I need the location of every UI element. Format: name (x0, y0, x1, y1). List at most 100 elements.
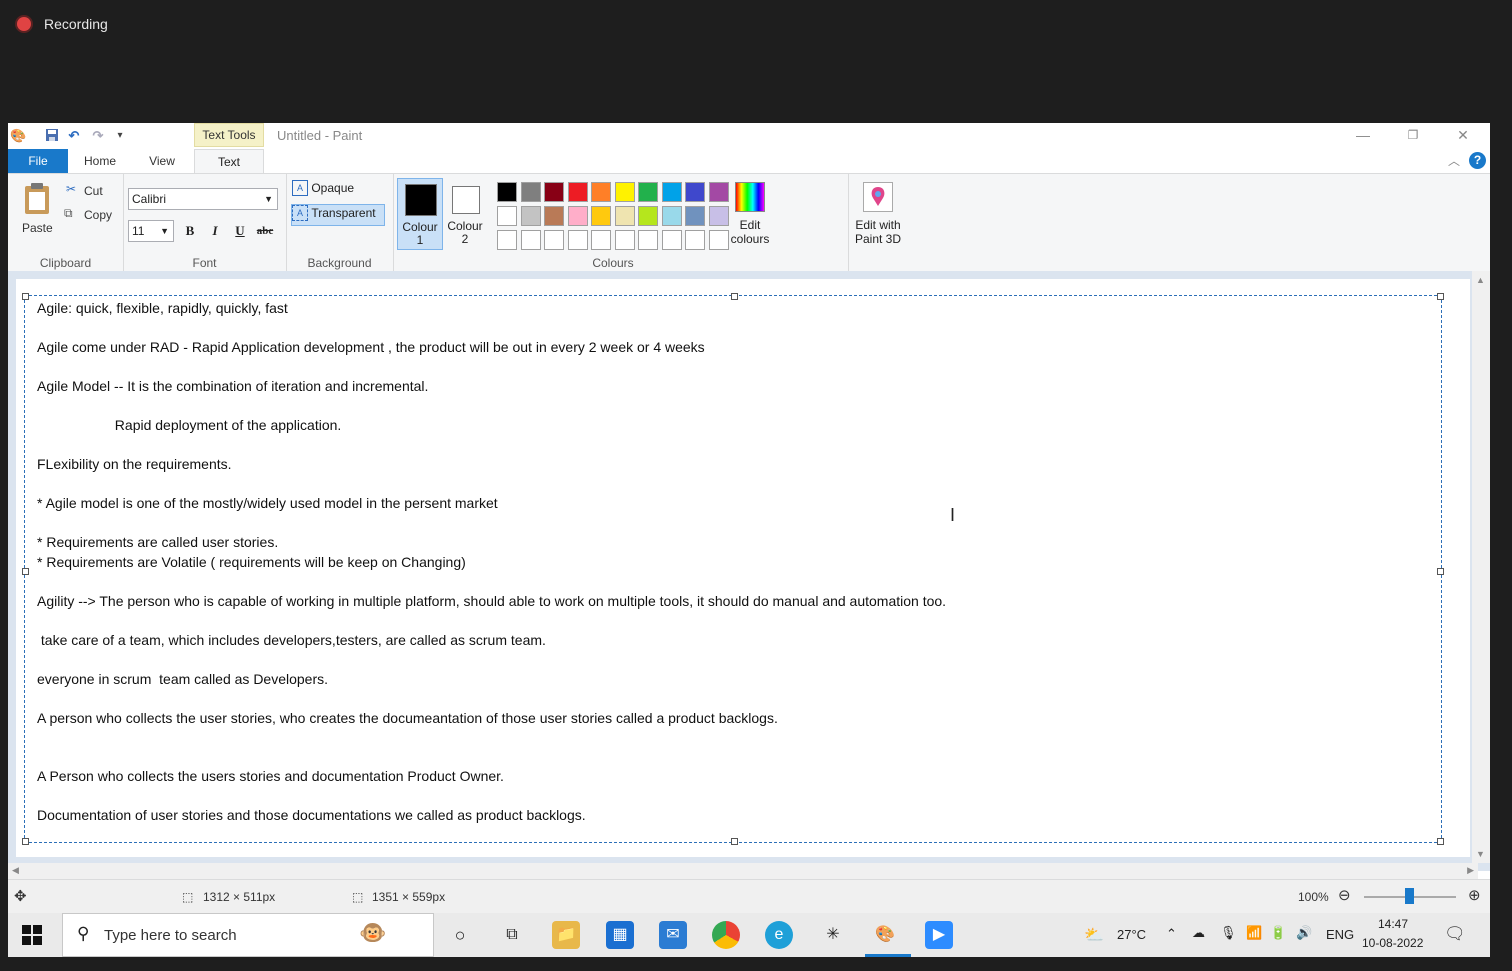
resize-handle[interactable] (1437, 293, 1444, 300)
palette-swatch[interactable] (591, 182, 611, 202)
battery-icon[interactable]: 🔋 (1270, 925, 1286, 941)
clock-date[interactable]: 10-08-2022 (1362, 936, 1423, 950)
scroll-down-icon[interactable]: ▼ (1476, 849, 1485, 859)
palette-swatch[interactable] (520, 206, 541, 226)
zoom-in-icon[interactable]: ⊕ (1468, 886, 1481, 904)
scroll-left-icon[interactable]: ◀ (12, 865, 19, 876)
copy-button[interactable]: Copy (84, 208, 112, 222)
notifications-icon[interactable]: 🗨 (1444, 924, 1466, 944)
text-line[interactable]: A Person who collects the users stories … (37, 768, 504, 784)
save-icon[interactable] (44, 128, 60, 144)
chrome-icon[interactable] (712, 921, 740, 949)
edge-icon[interactable]: e (765, 921, 793, 949)
strikethrough-button[interactable]: abc (254, 220, 276, 242)
colour2-button[interactable]: Colour 2 (443, 178, 487, 248)
paint-app-icon[interactable]: 🎨 (10, 128, 26, 144)
customize-toolbar-icon[interactable]: ▾ (112, 128, 128, 144)
zoom-slider-thumb[interactable] (1405, 888, 1414, 904)
custom-colour-swatch[interactable] (638, 230, 658, 250)
cut-icon[interactable]: ✂ (66, 182, 76, 196)
transparent-button[interactable]: A Transparent (291, 204, 385, 226)
palette-swatch[interactable] (567, 182, 588, 202)
palette-swatch[interactable] (497, 206, 517, 226)
mail-icon[interactable]: ✉ (659, 921, 687, 949)
palette-swatch[interactable] (544, 182, 564, 202)
resize-handle[interactable] (731, 838, 738, 845)
custom-colour-swatch[interactable] (614, 230, 635, 250)
bold-button[interactable]: B (179, 220, 201, 242)
text-line[interactable]: Agile come under RAD - Rapid Application… (37, 339, 705, 355)
collapse-ribbon-icon[interactable]: ︿ (1448, 152, 1460, 169)
zoom-out-icon[interactable]: ⊖ (1338, 886, 1351, 904)
close-button[interactable]: ✕ (1448, 125, 1478, 145)
text-line[interactable]: * Requirements are Volatile ( requiremen… (37, 554, 466, 570)
palette-swatch[interactable] (567, 206, 588, 226)
text-line[interactable]: * Agile model is one of the mostly/widel… (37, 495, 498, 511)
palette-swatch[interactable] (614, 206, 635, 226)
microphone-icon[interactable]: 🎙 (1220, 925, 1237, 941)
zoom-app-icon[interactable]: ▶ (925, 921, 953, 949)
edit-colours-button[interactable]: Edit colours (729, 180, 771, 250)
tray-overflow-icon[interactable]: ⌃ (1166, 926, 1177, 942)
palette-swatch[interactable] (685, 182, 705, 202)
restore-button[interactable]: ❐ (1398, 125, 1428, 145)
resize-handle[interactable] (22, 568, 29, 575)
text-line[interactable]: Agility --> The person who is capable of… (37, 593, 946, 609)
opaque-button[interactable]: A Opaque (292, 180, 384, 200)
custom-colour-swatch[interactable] (685, 230, 705, 250)
onedrive-icon[interactable]: ☁ (1192, 925, 1205, 941)
language-indicator[interactable]: ENG (1326, 927, 1354, 942)
font-family-select[interactable]: Calibri ▼ (128, 188, 278, 210)
palette-swatch[interactable] (520, 182, 541, 202)
paste-button[interactable]: Paste (22, 221, 53, 235)
scroll-right-icon[interactable]: ▶ (1467, 865, 1474, 876)
palette-swatch[interactable] (614, 182, 635, 202)
temperature[interactable]: 27°C (1117, 927, 1146, 942)
resize-handle[interactable] (731, 293, 738, 300)
task-view-icon[interactable]: ⧉ (498, 921, 526, 949)
custom-colour-swatch[interactable] (567, 230, 588, 250)
clock-time[interactable]: 14:47 (1378, 917, 1408, 931)
custom-colour-swatch[interactable] (661, 230, 682, 250)
text-line[interactable]: take care of a team, which includes deve… (37, 632, 546, 648)
resize-handle[interactable] (22, 293, 29, 300)
windows-start-icon[interactable] (22, 925, 42, 945)
taskbar-search[interactable]: ⚲ Type here to search 🐵 (62, 913, 434, 957)
undo-icon[interactable]: ↶ (66, 128, 82, 144)
copy-icon[interactable]: ⧉ (64, 206, 73, 221)
drawing-canvas[interactable]: Agile: quick, flexible, rapidly, quickly… (16, 279, 1470, 857)
colour1-button[interactable]: Colour 1 (397, 178, 443, 250)
custom-colour-swatch[interactable] (544, 230, 564, 250)
custom-colour-swatch[interactable] (591, 230, 611, 250)
resize-handle[interactable] (1437, 568, 1444, 575)
resize-handle[interactable] (1437, 838, 1444, 845)
palette-swatch[interactable] (544, 206, 564, 226)
tab-home[interactable]: Home (78, 149, 122, 173)
cut-button[interactable]: Cut (84, 184, 103, 198)
palette-swatch[interactable] (708, 182, 729, 202)
palette-swatch[interactable] (638, 206, 658, 226)
minimize-button[interactable]: — (1348, 125, 1378, 145)
network-icon[interactable]: 📶 (1246, 925, 1262, 941)
text-box-selection[interactable]: Agile: quick, flexible, rapidly, quickly… (22, 293, 1444, 845)
underline-button[interactable]: U (229, 220, 251, 242)
tab-file[interactable]: File (8, 149, 68, 173)
font-size-select[interactable]: 11 ▼ (128, 220, 174, 242)
help-icon[interactable]: ? (1469, 152, 1486, 169)
palette-swatch[interactable] (661, 182, 682, 202)
text-line[interactable]: Rapid deployment of the application. (37, 417, 342, 433)
slack-icon[interactable]: ✳ (819, 921, 847, 949)
resize-handle[interactable] (22, 838, 29, 845)
file-explorer-icon[interactable]: 📁 (552, 921, 580, 949)
paste-icon[interactable] (22, 182, 52, 216)
text-line[interactable]: A person who collects the user stories, … (37, 710, 778, 726)
palette-swatch[interactable] (638, 182, 658, 202)
text-line[interactable]: Agile Model -- It is the combination of … (37, 378, 428, 394)
text-line[interactable]: Documentation of user stories and those … (37, 807, 586, 823)
tab-view[interactable]: View (140, 149, 184, 173)
paint-icon[interactable]: 🎨 (871, 921, 899, 949)
cortana-icon[interactable]: ○ (446, 921, 474, 949)
scroll-up-icon[interactable]: ▲ (1476, 275, 1485, 285)
vertical-scrollbar[interactable]: ▲ ▼ (1472, 271, 1490, 863)
redo-icon[interactable]: ↷ (90, 128, 106, 144)
